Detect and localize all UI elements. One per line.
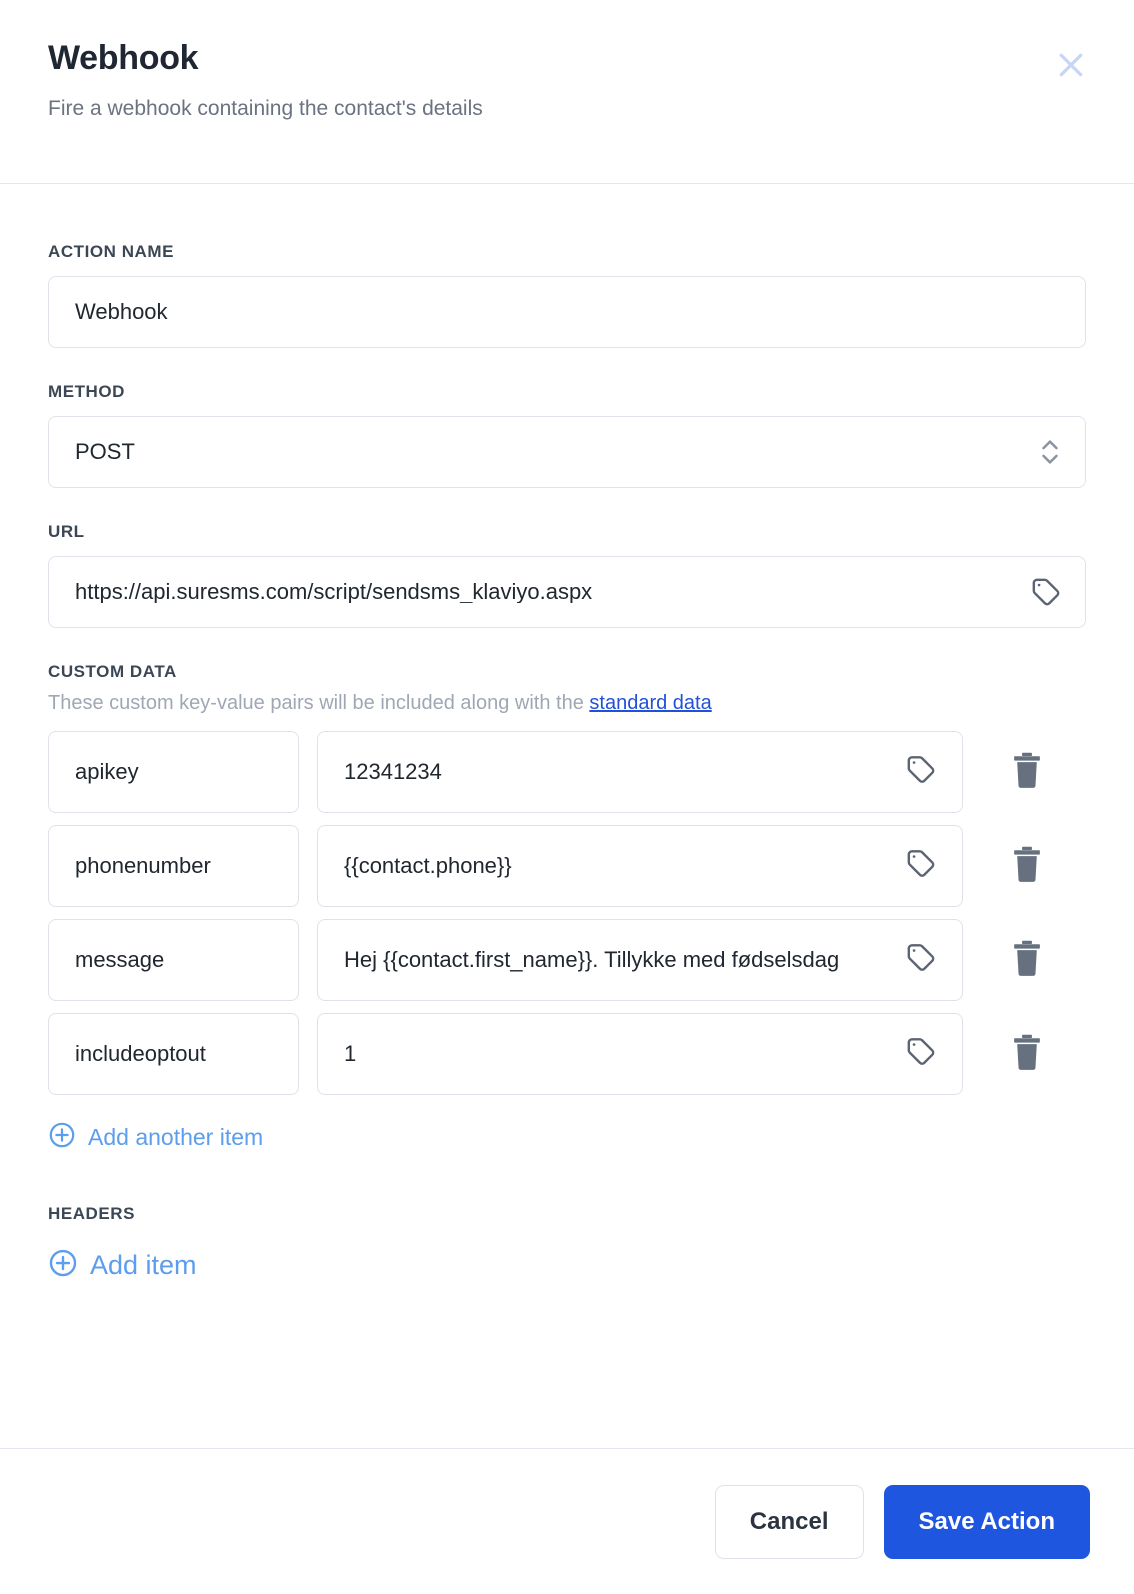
method-group: METHOD POST (48, 382, 1086, 488)
modal-body: ACTION NAME Webhook METHOD POST URL http… (0, 184, 1134, 1448)
custom-data-key-input[interactable]: includeoptout (48, 1013, 299, 1095)
add-header-item-button[interactable]: Add item (48, 1248, 197, 1283)
custom-data-key-input[interactable]: apikey (48, 731, 299, 813)
tag-icon[interactable] (904, 941, 938, 980)
table-row: message Hej {{contact.first_name}}. Till… (48, 919, 1086, 1001)
modal-footer: Cancel Save Action (0, 1448, 1134, 1594)
headers-label: HEADERS (48, 1204, 135, 1223)
save-action-button[interactable]: Save Action (883, 1484, 1090, 1559)
add-another-item-label: Add another item (88, 1124, 264, 1150)
plus-circle-icon (48, 1248, 78, 1283)
trash-icon (1010, 845, 1044, 888)
table-row: apikey 12341234 (48, 731, 1086, 813)
custom-data-value-input[interactable]: 12341234 (317, 731, 963, 813)
custom-data-value-input[interactable]: {{contact.phone}} (317, 825, 963, 907)
custom-data-key-input[interactable]: message (48, 919, 299, 1001)
delete-row-button[interactable] (1007, 937, 1047, 983)
cancel-button[interactable]: Cancel (714, 1484, 864, 1559)
delete-row-button[interactable] (1007, 1031, 1047, 1077)
action-name-value: Webhook (75, 301, 168, 323)
custom-data-value-text: 1 (344, 1041, 357, 1066)
method-label: METHOD (48, 382, 125, 401)
headers-group: HEADERS Add item (48, 1204, 1086, 1283)
custom-data-label: CUSTOM DATA (48, 662, 177, 681)
method-select[interactable]: POST (48, 416, 1086, 488)
action-name-input[interactable]: Webhook (48, 276, 1086, 348)
page-subtitle: Fire a webhook containing the contact's … (48, 96, 483, 120)
table-row: includeoptout 1 (48, 1013, 1086, 1095)
add-header-item-label: Add item (90, 1250, 197, 1280)
tag-icon[interactable] (904, 1035, 938, 1074)
custom-data-value-text: {{contact.phone}} (344, 853, 512, 878)
custom-data-value-text: 12341234 (344, 759, 442, 784)
url-label: URL (48, 522, 85, 541)
url-input[interactable]: https://api.suresms.com/script/sendsms_k… (48, 556, 1086, 628)
close-icon (1053, 47, 1089, 83)
webhook-modal: Webhook Fire a webhook containing the co… (0, 0, 1134, 1594)
table-row: phonenumber {{contact.phone}} (48, 825, 1086, 907)
trash-icon (1010, 1033, 1044, 1076)
tag-icon[interactable] (904, 847, 938, 886)
custom-data-key-value: phonenumber (75, 853, 211, 878)
modal-header: Webhook Fire a webhook containing the co… (0, 0, 1134, 184)
custom-data-key-value: includeoptout (75, 1041, 206, 1066)
custom-data-help: These custom key-value pairs will be inc… (48, 690, 1086, 717)
custom-data-rows: apikey 12341234 phonenumber {{contact.ph… (48, 731, 1086, 1095)
page-title: Webhook (48, 39, 199, 77)
add-another-item-button[interactable]: Add another item (48, 1121, 263, 1154)
plus-circle-icon (48, 1121, 76, 1154)
delete-row-button[interactable] (1007, 843, 1047, 889)
trash-icon (1010, 751, 1044, 794)
custom-data-key-input[interactable]: phonenumber (48, 825, 299, 907)
delete-row-button[interactable] (1007, 749, 1047, 795)
method-value: POST (75, 441, 135, 463)
custom-data-value-input[interactable]: Hej {{contact.first_name}}. Tillykke med… (317, 919, 963, 1001)
custom-data-key-value: message (75, 947, 165, 972)
url-value: https://api.suresms.com/script/sendsms_k… (75, 581, 593, 603)
url-group: URL https://api.suresms.com/script/sends… (48, 522, 1086, 628)
custom-data-group: CUSTOM DATA These custom key-value pairs… (48, 662, 1086, 1154)
standard-data-link[interactable]: standard data (589, 692, 711, 714)
tag-icon[interactable] (1029, 575, 1063, 609)
chevron-up-down-icon (1037, 435, 1063, 469)
action-name-label: ACTION NAME (48, 242, 174, 261)
custom-data-value-input[interactable]: 1 (317, 1013, 963, 1095)
custom-data-help-text: These custom key-value pairs will be inc… (48, 692, 590, 714)
close-button[interactable] (1048, 42, 1094, 88)
action-name-group: ACTION NAME Webhook (48, 242, 1086, 348)
tag-icon[interactable] (904, 753, 938, 792)
custom-data-value-text: Hej {{contact.first_name}}. Tillykke med… (344, 947, 840, 972)
trash-icon (1010, 939, 1044, 982)
custom-data-key-value: apikey (75, 759, 139, 784)
